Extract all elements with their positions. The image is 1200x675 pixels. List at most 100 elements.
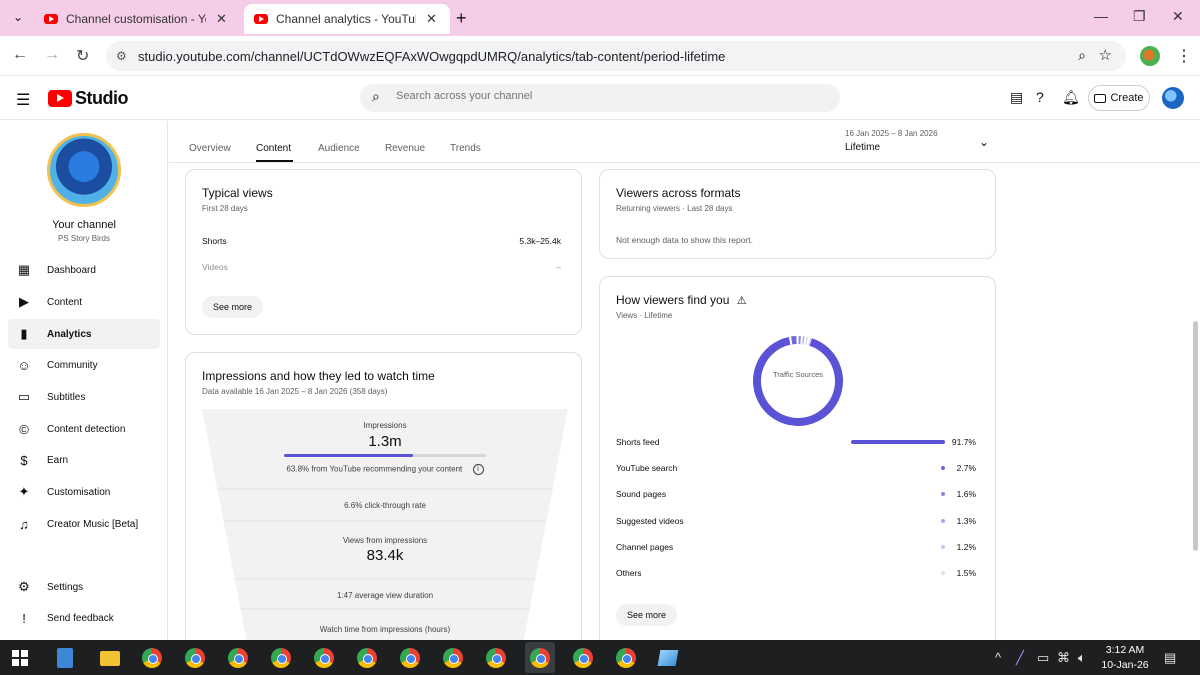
file-explorer-icon[interactable] [100,651,120,666]
show-hidden-icons-icon[interactable]: ^ [995,650,1001,665]
sidebar-item-send-feedback[interactable]: ! Send feedback [8,603,160,633]
hamburger-menu-icon[interactable]: ☰ [16,90,30,110]
see-more-button[interactable]: See more [202,296,264,318]
chrome-taskbar-icon[interactable] [314,648,334,668]
traffic-row[interactable]: Others 1.5% [616,568,976,580]
info-icon[interactable]: i [472,464,484,475]
chrome-taskbar-icon[interactable] [443,648,463,668]
chrome-taskbar-icon[interactable] [142,648,162,668]
sidebar-item-content[interactable]: ▶ Content [8,287,160,317]
notepad-icon[interactable] [657,650,679,666]
tab-content[interactable]: Content [256,143,291,154]
typical-views-row-value: 5.3k–25.4k [519,236,561,246]
traffic-label: Sound pages [616,489,667,499]
chrome-taskbar-icon[interactable] [400,648,420,668]
create-button[interactable]: Create [1088,85,1150,111]
chrome-taskbar-icon[interactable] [185,648,205,668]
studio-logo[interactable]: Studio [48,88,129,109]
forward-icon[interactable]: → [44,46,60,64]
notifications-bell-icon[interactable]: 🔔︎ [1062,89,1080,106]
notification-center-icon[interactable]: ▤ [1164,650,1176,666]
traffic-row[interactable]: Shorts feed 91.7% [616,437,976,449]
browser-tab-strip: ⌄ Channel customisation - YouTube Studio… [0,0,1200,36]
calculator-icon[interactable] [57,648,73,668]
warning-icon[interactable]: ⚠ [737,295,747,307]
sidebar-item-earn[interactable]: $ Earn [8,445,160,475]
site-info-icon[interactable]: ⚙ [116,49,127,63]
sidebar-item-subtitles[interactable]: ▭ Subtitles [8,382,160,412]
start-icon-pane [12,650,19,657]
tab-revenue[interactable]: Revenue [385,143,425,154]
traffic-row[interactable]: Suggested videos 1.3% [616,516,976,528]
traffic-row[interactable]: Channel pages 1.2% [616,542,976,554]
card-title: How viewers find you ⚠ [616,293,747,307]
sidebar-item-customisation[interactable]: ✦ Customisation [8,477,160,507]
zoom-icon[interactable]: ⌕ [1078,47,1086,64]
studio-header: ☰ Studio ⌕ ▤ ? 🔔︎ Create [0,76,1200,120]
comments-icon[interactable]: ▤ [1010,89,1023,106]
magic-wand-icon: ✦ [18,484,30,499]
windows-start-icon[interactable] [12,650,28,666]
sidebar-item-settings[interactable]: ⚙ Settings [8,572,160,602]
reload-icon[interactable]: ↻ [76,46,89,66]
dollar-icon: $ [20,452,28,468]
chrome-taskbar-icon[interactable] [486,648,506,668]
youtube-favicon-icon [44,14,58,24]
pen-icon[interactable]: ╱ [1016,650,1024,666]
sidebar-item-dashboard[interactable]: ▦ Dashboard [8,255,160,285]
sidebar-item-community[interactable]: ☺ Community [8,350,160,380]
traffic-row[interactable]: YouTube search 2.7% [616,463,976,475]
new-tab-button[interactable]: + [456,8,467,29]
browser-tab-customisation[interactable]: Channel customisation - YouTube Studio ✕ [34,4,240,34]
search-icon[interactable]: ⌕ [372,88,380,105]
channel-avatar[interactable] [47,133,121,207]
chevron-down-icon[interactable]: ⌄ [979,135,989,149]
close-window-icon[interactable]: ✕ [1172,8,1184,25]
youtube-favicon-icon [254,14,268,24]
chrome-taskbar-icon[interactable] [271,648,291,668]
address-bar[interactable]: ⚙ studio.youtube.com/channel/UCTdOWwzEQF… [106,41,1126,71]
account-avatar[interactable] [1162,87,1184,109]
close-tab-icon[interactable]: ✕ [426,11,437,27]
no-data-message: Not enough data to show this report. [616,235,754,245]
address-toolbar: ← → ↻ ⚙ studio.youtube.com/channel/UCTdO… [0,36,1200,76]
channel-search[interactable]: ⌕ [360,84,840,112]
back-icon[interactable]: ← [12,46,28,64]
sidebar-item-creator-music[interactable]: ♫ Creator Music [Beta] [8,509,160,539]
browser-tab-analytics[interactable]: Channel analytics - YouTube Studio ✕ [244,4,450,34]
date-range-text[interactable]: 16 Jan 2025 – 8 Jan 2026 [845,129,938,138]
card-title: Impressions and how they led to watch ti… [202,369,435,383]
page-scrollbar[interactable] [1193,321,1198,551]
tab-overview[interactable]: Overview [189,143,231,154]
help-icon[interactable]: ? [1036,89,1044,105]
minimize-icon[interactable]: — [1094,8,1108,24]
tab-trends[interactable]: Trends [450,143,481,154]
chrome-taskbar-icon[interactable] [573,648,593,668]
sidebar-item-content-detection[interactable]: © Content detection [8,414,160,444]
taskbar-clock[interactable]: 3:12 AM 10-Jan-26 [1100,643,1150,673]
tab-audience[interactable]: Audience [318,143,360,154]
chrome-taskbar-icon[interactable] [616,648,636,668]
chrome-taskbar-icon[interactable] [357,648,377,668]
traffic-row[interactable]: Sound pages 1.6% [616,489,976,501]
community-icon: ☺ [17,357,31,373]
chrome-taskbar-icon-active[interactable] [530,648,550,668]
sidebar-item-analytics[interactable]: ▮ Analytics [8,319,160,349]
restore-icon[interactable]: ❐ [1133,8,1146,25]
chrome-profile-avatar[interactable] [1140,46,1160,66]
network-icon[interactable]: ⌘ [1057,650,1070,666]
chrome-menu-icon[interactable]: ⋮ [1176,46,1192,66]
volume-icon[interactable]: 🔈︎ [1078,650,1086,666]
recommend-text: 63.8% from YouTube recommending your con… [202,464,568,475]
chrome-taskbar-icon[interactable] [228,648,248,668]
battery-icon[interactable]: ▭ [1037,650,1049,666]
period-label[interactable]: Lifetime [845,142,880,153]
see-more-button[interactable]: See more [616,604,678,626]
search-input[interactable] [396,90,816,102]
donut-segment [753,336,843,426]
url-text[interactable]: studio.youtube.com/channel/UCTdOWwzEQFAx… [138,49,725,64]
close-tab-icon[interactable]: ✕ [216,11,227,27]
studio-sidebar: Your channel PS Story Birds ▦ Dashboard … [0,121,168,640]
bookmark-star-icon[interactable]: ☆ [1099,46,1112,64]
tab-search-chevron-icon[interactable]: ⌄ [8,6,28,28]
